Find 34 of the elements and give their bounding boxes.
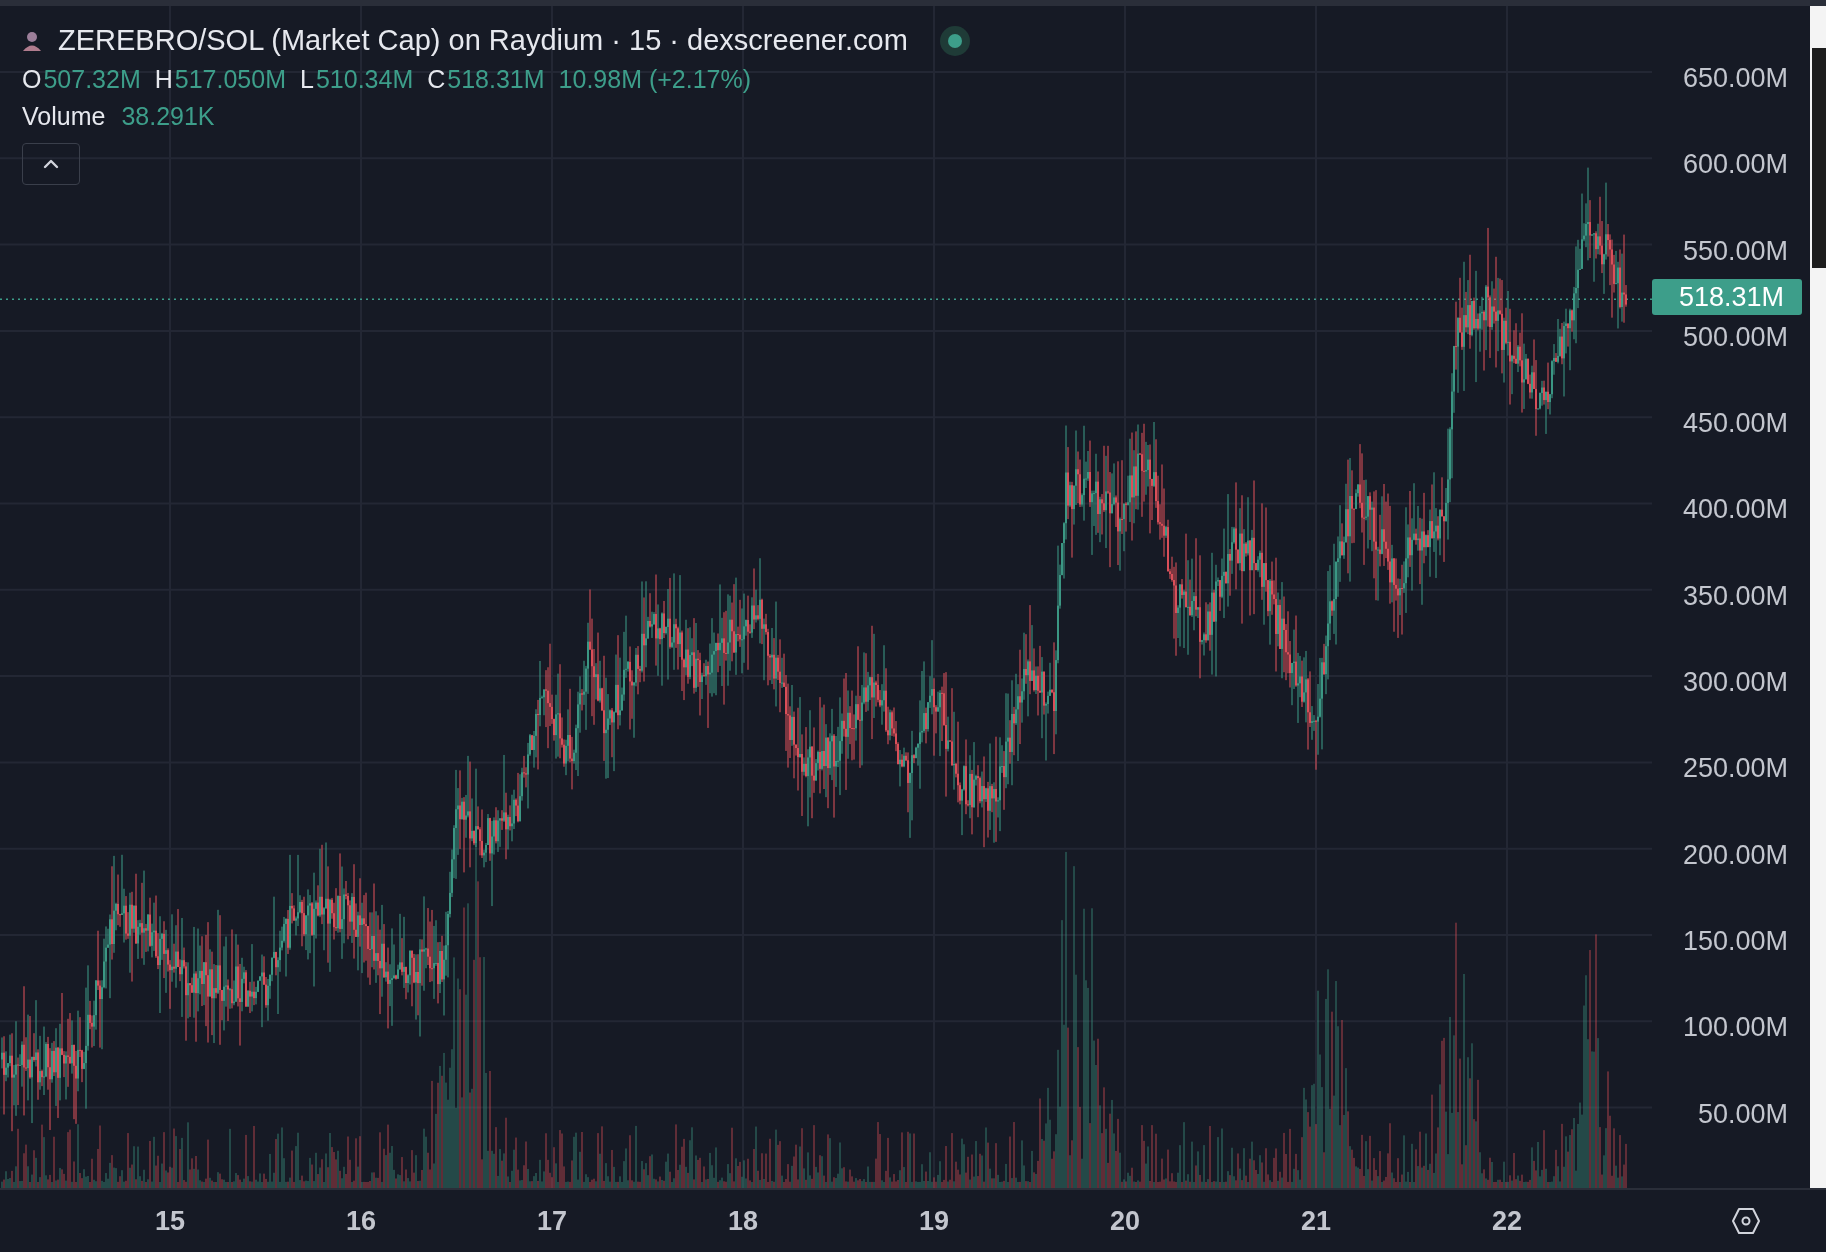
price-axis-label: 650.00M [1682,64,1788,92]
time-axis-label: 16 [346,1205,376,1237]
time-axis-label: 21 [1301,1205,1331,1237]
price-axis-label: 150.00M [1682,926,1788,955]
time-axis-label: 19 [919,1205,949,1237]
price-axis-label: 100.00M [1682,1013,1788,1042]
time-axis-label: 18 [728,1205,758,1237]
time-axis-label: 15 [155,1205,185,1237]
price-change: 10.98M (+2.17%) [558,65,752,94]
ohlc-label: O [22,65,42,94]
price-axis-label: 400.00M [1682,495,1788,524]
ohlc-label: H [154,65,173,94]
price-axis-label: 200.00M [1682,840,1788,869]
price-axis-label: 450.00M [1682,409,1788,438]
ohlc-label: L [300,65,314,94]
chart-title: ZEREBRO/SOL (Market Cap) on Raydium · 15 · dexscreener.com [58,24,908,57]
volume-value: 38.291K [121,102,215,131]
time-axis-label: 22 [1492,1205,1522,1237]
price-axis-label: 350.00M [1682,581,1788,610]
ohlc-value: 518.31M [447,65,545,94]
price-axis-label: 550.00M [1682,236,1788,265]
price-axis-label: 500.00M [1682,322,1788,351]
price-axis-label: 250.00M [1682,754,1788,783]
last-price-tag: 518.31M [1652,279,1802,316]
ohlc-value: 510.34M [315,65,414,94]
ohlc-value: 517.050M [174,65,286,94]
ohlc-label: C [427,65,446,94]
time-axis-label: 20 [1110,1205,1140,1237]
price-axis-label: 300.00M [1682,668,1788,697]
time-axis-label: 17 [537,1205,567,1237]
volume-label: Volume [22,102,106,131]
ohlc-value: 507.32M [43,65,141,94]
price-axis-label: 50.00M [1697,1099,1788,1128]
price-axis-label: 600.00M [1682,150,1788,179]
